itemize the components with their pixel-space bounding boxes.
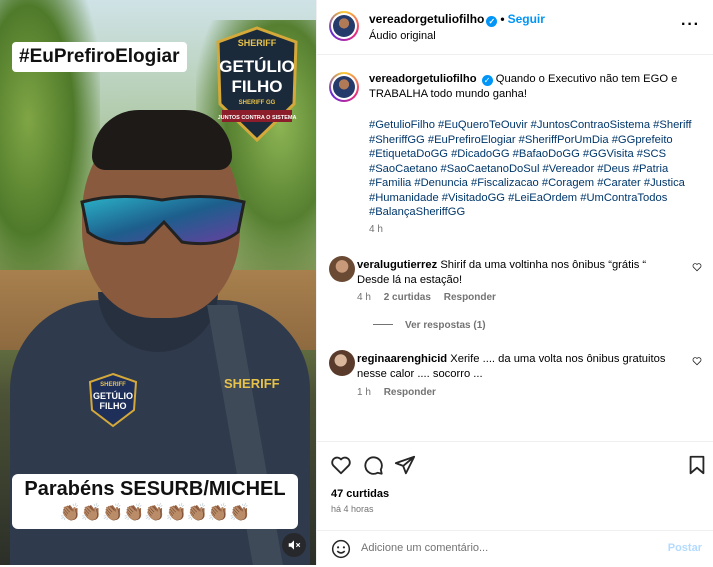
author-avatar[interactable] — [329, 11, 359, 41]
sheriff-badge-logo: SHERIFF GETÚLIO FILHO SHERIFF GG JUNTOS … — [216, 26, 298, 143]
shirt-badge-line1: GETÚLIO — [93, 390, 133, 401]
post-comment-button[interactable]: Postar — [668, 542, 702, 554]
comment-input[interactable] — [361, 537, 651, 559]
caption-time: 4 h — [369, 224, 383, 235]
separator-dot: • — [500, 12, 505, 26]
comment-username[interactable]: reginaarenghicid — [357, 353, 447, 365]
video-hashtag-overlay: #EuPrefiroElogiar — [12, 42, 187, 72]
likes-count[interactable]: 47 curtidas — [331, 488, 389, 500]
shirt-badge-line2: FILHO — [100, 401, 127, 411]
comment-1-meta: 4 h 2 curtidas Responder — [357, 292, 506, 303]
post-details-panel: vereadorgetuliofilho ✓ • Seguir Áudio origi… — [316, 0, 713, 565]
caption-text-block: vereadorgetuliofilho ✓ Quando o Executiv… — [369, 72, 699, 102]
caption-username[interactable]: vereadorgetuliofilho — [369, 73, 477, 85]
comment-2: reginaarenghicid Xerife .... da uma volt… — [357, 352, 667, 382]
comment-likes[interactable]: 2 curtidas — [384, 292, 431, 303]
video-caption-clap-emojis: 👏🏽👏🏽👏🏽👏🏽👏🏽👏🏽👏🏽👏🏽👏🏽 — [59, 503, 251, 522]
reply-button[interactable]: Responder — [444, 292, 496, 303]
author-line: vereadorgetuliofilho ✓ • Seguir — [369, 12, 545, 27]
like-heart-icon[interactable] — [330, 454, 352, 476]
comment-username[interactable]: veralugutierrez — [357, 259, 437, 271]
shirt-badge-logo: SHERIFF GETÚLIO FILHO — [88, 372, 138, 428]
view-replies-label: Ver respostas (1) — [405, 320, 486, 331]
person-hair — [92, 110, 232, 170]
badge-line2: FILHO — [232, 77, 283, 96]
muted-speaker-icon — [288, 540, 301, 550]
badge-top-text: SHERIFF — [238, 38, 277, 48]
comment-2-meta: 1 h Responder — [357, 387, 446, 398]
comment-bubble-icon[interactable] — [362, 454, 384, 476]
replies-divider-line — [373, 324, 393, 325]
comment-1: veralugutierrez Shirif da uma voltinha n… — [357, 258, 667, 288]
comment-avatar[interactable] — [329, 256, 355, 282]
comment-time: 4 h — [357, 292, 371, 303]
view-replies-button[interactable]: Ver respostas (1) — [373, 320, 486, 331]
badge-line1: GETÚLIO — [219, 57, 295, 76]
caption-verified-icon: ✓ — [481, 75, 493, 86]
comment-time: 1 h — [357, 387, 371, 398]
post-timestamp: há 4 horas — [331, 504, 374, 514]
post-media-video[interactable]: SHERIFF GETÚLIO FILHO SHERIFF #EuPrefiro… — [0, 0, 316, 565]
audio-label[interactable]: Áudio original — [369, 30, 436, 42]
save-bookmark-icon[interactable] — [686, 454, 708, 476]
sunglasses — [80, 194, 246, 246]
comment-like-heart-icon[interactable] — [692, 356, 702, 366]
add-comment-bar: Postar — [317, 530, 713, 567]
badge-middle-text: SHERIFF GG — [239, 100, 276, 106]
verified-badge-icon: ✓ — [486, 16, 498, 27]
shirt-text: SHERIFF — [224, 376, 280, 391]
badge-bottom-text: JUNTOS CONTRA O SISTEMA — [218, 115, 297, 121]
more-options-icon[interactable]: ··· — [681, 16, 700, 34]
emoji-picker-icon[interactable] — [331, 539, 351, 559]
comment-like-heart-icon[interactable] — [692, 262, 702, 272]
share-paper-plane-icon[interactable] — [394, 454, 416, 476]
mute-button[interactable] — [282, 533, 306, 557]
reply-button[interactable]: Responder — [384, 387, 436, 398]
author-username[interactable]: vereadorgetuliofilho — [369, 12, 484, 26]
follow-button[interactable]: Seguir — [508, 12, 545, 26]
caption-author-avatar[interactable] — [329, 72, 359, 102]
caption-hashtags[interactable]: #GetulioFilho #EuQueroTeOuvir #JuntosCon… — [369, 118, 699, 220]
post-header: vereadorgetuliofilho ✓ • Seguir Áudio origi… — [317, 0, 713, 55]
comment-avatar[interactable] — [329, 350, 355, 376]
video-caption-overlay: Parabéns SESURB/MICHEL 👏🏽👏🏽👏🏽👏🏽👏🏽👏🏽👏🏽👏🏽👏… — [12, 474, 298, 529]
post-actions: 47 curtidas há 4 horas Postar — [317, 441, 713, 566]
shirt-badge-top: SHERIFF — [100, 382, 126, 388]
video-caption-line1: Parabéns SESURB/MICHEL — [24, 478, 286, 500]
